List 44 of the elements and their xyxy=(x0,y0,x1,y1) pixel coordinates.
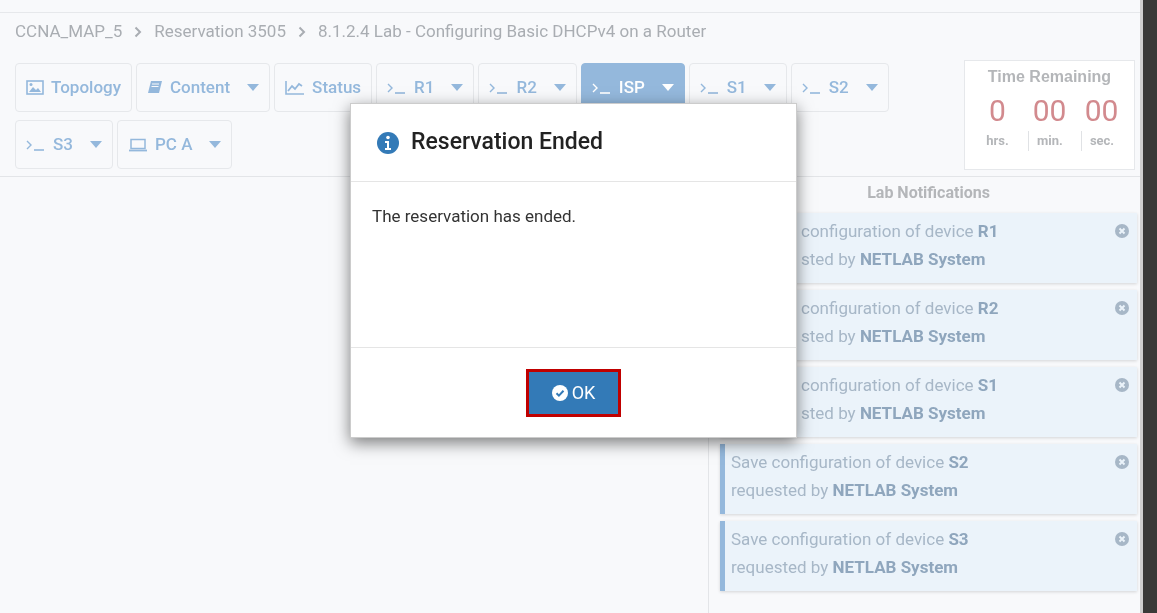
book-icon xyxy=(147,80,163,95)
breadcrumb-link[interactable]: 8.1.2.4 Lab - Configuring Basic DHCPv4 on a Router xyxy=(317,19,707,45)
timer-unit: sec. xyxy=(1080,131,1123,151)
notification-text: configuration of device S1 sted by NETLAB System xyxy=(800,374,1000,425)
image-icon xyxy=(26,80,44,95)
close-icon[interactable] xyxy=(1115,301,1129,315)
terminal-icon xyxy=(699,81,720,94)
notification-text: Save configuration of device S2 requested by NETLAB System xyxy=(730,451,970,502)
notification-text: configuration of device R2 sted by NETLAB System xyxy=(800,297,1000,348)
notification-text: configuration of device R1 sted by NETLAB System xyxy=(800,220,1000,271)
info-icon xyxy=(377,131,399,154)
tab[interactable]: S2 xyxy=(790,63,889,112)
close-icon[interactable] xyxy=(1115,532,1129,546)
close-icon[interactable] xyxy=(1115,378,1129,392)
dialog-title: Reservation Ended xyxy=(411,127,604,158)
chart-icon xyxy=(285,80,306,95)
tab[interactable]: Status xyxy=(274,63,373,112)
laptop-icon xyxy=(127,137,148,152)
tab[interactable]: S3 xyxy=(15,120,113,169)
tab[interactable]: PC A xyxy=(116,120,233,169)
terminal-icon xyxy=(387,81,408,94)
close-icon[interactable] xyxy=(1115,224,1129,238)
timer-value: 0 xyxy=(989,92,1006,130)
dialog-message: The reservation has ended. xyxy=(372,205,578,228)
notification-text: Save configuration of device S3 requested by NETLAB System xyxy=(730,528,970,579)
timer-unit: min. xyxy=(1028,131,1071,151)
close-icon[interactable] xyxy=(1115,455,1129,469)
ok-button[interactable]: OK xyxy=(526,368,621,417)
timer-unit: hrs. xyxy=(985,132,1010,150)
breadcrumb-link[interactable]: Reservation 3505 xyxy=(154,19,286,45)
terminal-icon xyxy=(489,81,510,94)
terminal-icon xyxy=(26,138,46,151)
timer-value: 00 xyxy=(1032,92,1067,130)
timer-title: Time Remaining xyxy=(987,67,1112,87)
panel-title: Lab Notifications xyxy=(866,182,991,204)
tab[interactable]: Content xyxy=(136,63,271,112)
tab[interactable]: Topology xyxy=(15,63,132,112)
check-circle-icon xyxy=(551,384,568,401)
chevron-icon xyxy=(134,26,143,38)
timer-value: 00 xyxy=(1084,92,1119,130)
terminal-icon xyxy=(591,81,612,94)
breadcrumb-link[interactable]: CCNA_MAP_5 xyxy=(15,19,123,45)
chevron-icon xyxy=(297,26,306,38)
terminal-icon xyxy=(801,81,822,94)
